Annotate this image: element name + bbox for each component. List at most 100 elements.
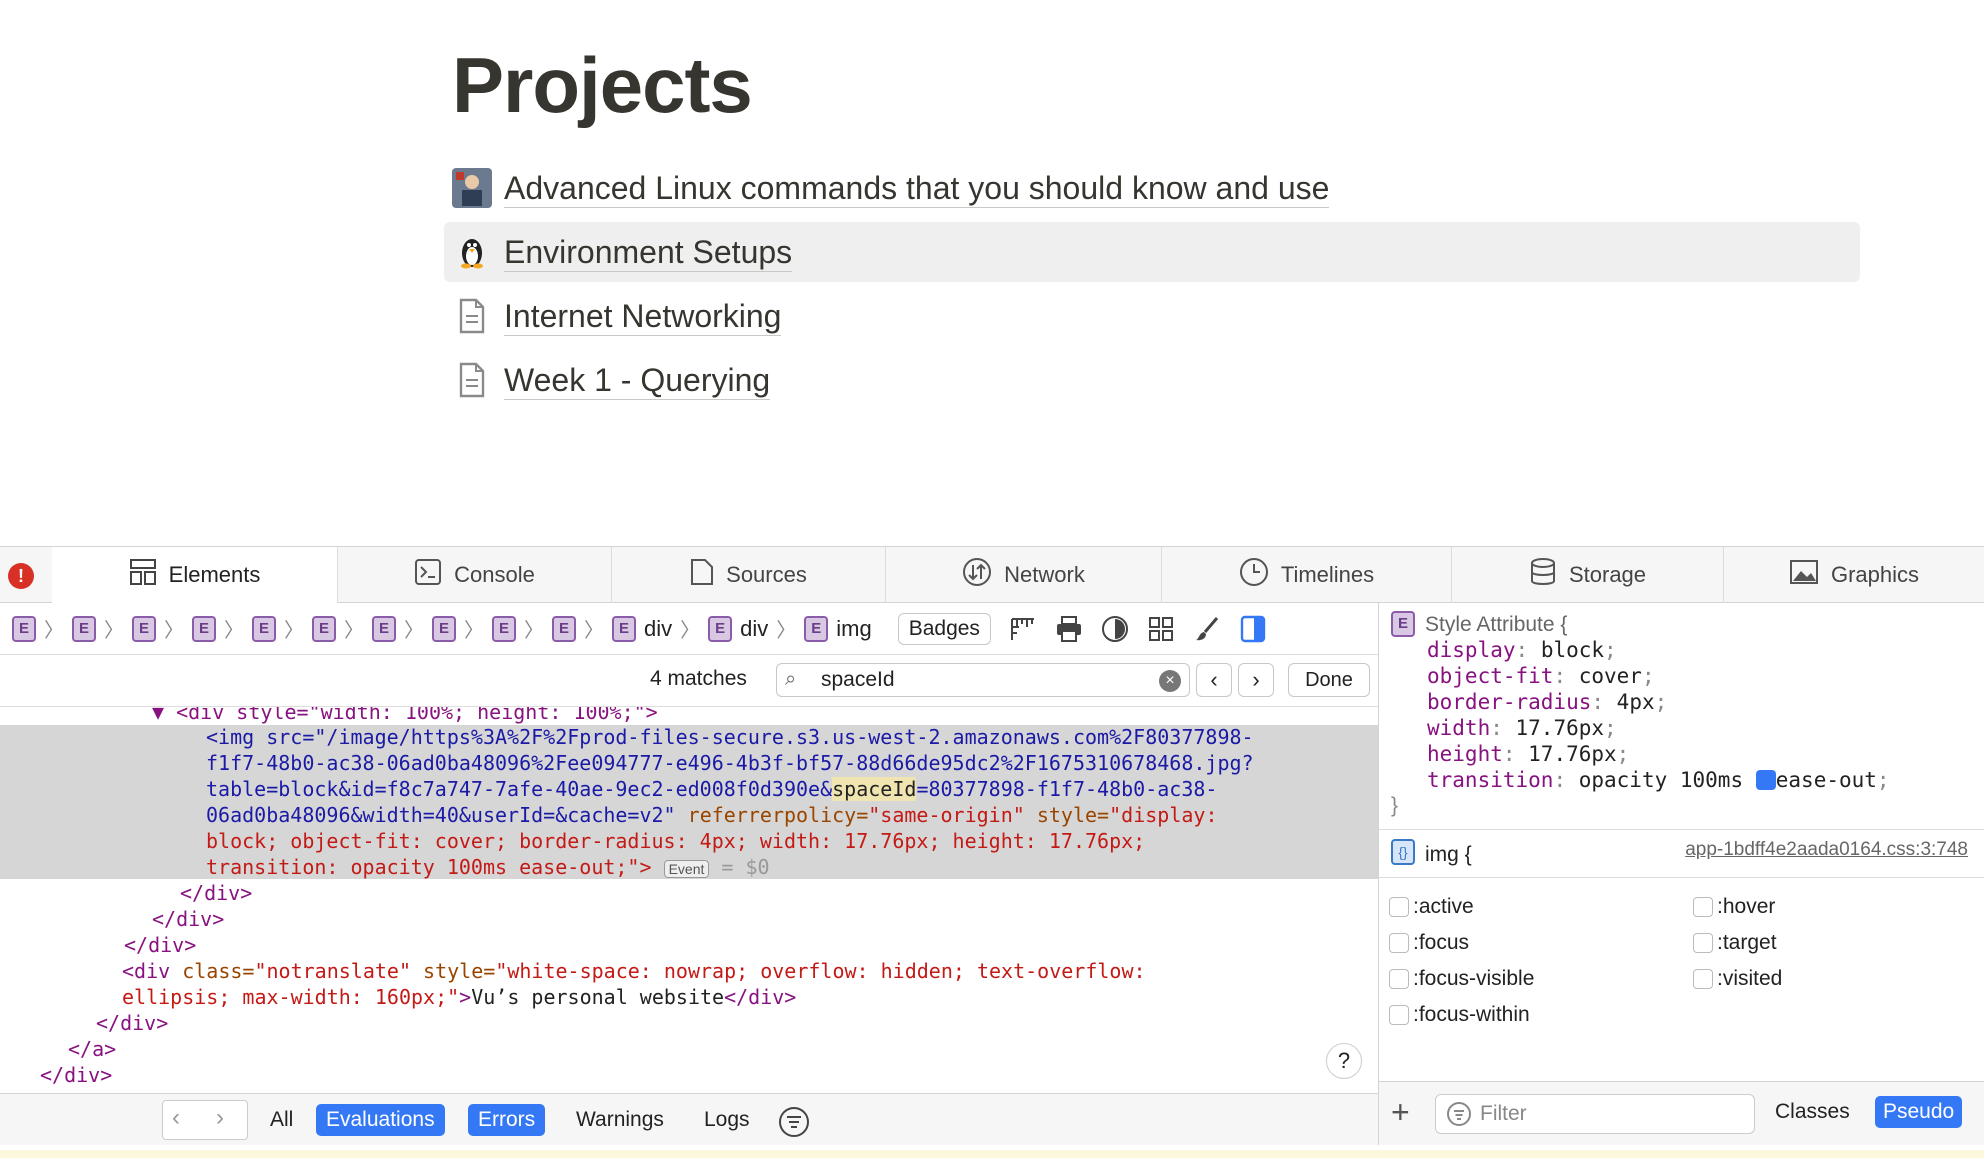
filter-logs[interactable]: Logs [694,1104,760,1136]
pseudo-button[interactable]: Pseudo [1875,1096,1963,1128]
filter-evaluations[interactable]: Evaluations [316,1104,445,1136]
dom-line: table=block&id=f8c7a747-7afe-40ae-9ec2-e… [206,777,1218,801]
project-link-environment[interactable]: Environment Setups [504,233,793,272]
tab-label: Storage [1568,562,1647,587]
element-badge[interactable]: E [192,615,216,642]
checkbox[interactable] [1389,969,1409,989]
checkbox[interactable] [1693,897,1713,917]
project-link-week1[interactable]: Week 1 - Querying [504,361,771,400]
search-icon: ⌕ [785,668,797,690]
dom-tree: ▼ <div style="width: 100%; height: 100%;… [0,707,1378,1093]
dom-line[interactable]: ▼ <div style="width: 100%; height: 100%;… [152,707,658,726]
avatar-icon [452,168,492,208]
project-row-week1[interactable]: Week 1 - Querying [444,350,1860,410]
tab-sources[interactable]: Sources [612,547,886,603]
project-row-linux[interactable]: Advanced Linux commands that you should … [444,158,1860,218]
done-button[interactable]: Done [1288,663,1370,697]
styles-filter-input[interactable]: Filter [1435,1094,1755,1134]
document-icon [452,296,492,336]
checkbox[interactable] [1389,933,1409,953]
project-row-environment[interactable]: Environment Setups [444,222,1860,282]
element-badge[interactable]: E [552,615,576,642]
document-icon [452,360,492,400]
search-input[interactable]: spaceId [821,668,895,692]
checkbox[interactable] [1389,897,1409,917]
breadcrumb-div[interactable]: div [740,616,768,642]
filter-all[interactable]: All [260,1104,303,1136]
dom-line: ellipsis; max-width: 160px;">Vu’s person… [122,985,797,1009]
style-prop[interactable]: border-radius: 4px; [1427,689,1667,715]
style-prop[interactable]: width: 17.76px; [1427,715,1617,741]
dom-line: block; object-fit: cover; border-radius:… [206,829,1146,853]
checkbox[interactable] [1389,1005,1409,1025]
element-badge[interactable]: E [252,615,276,642]
project-row-networking[interactable]: Internet Networking [444,286,1860,346]
element-badge[interactable]: E [312,615,336,642]
classes-button[interactable]: Classes [1775,1100,1850,1124]
grid-overlay-icon[interactable] [1147,615,1175,643]
element-badge[interactable]: E [72,615,96,642]
style-prop[interactable]: object-fit: cover; [1427,663,1655,689]
dom-line[interactable]: </div> [152,907,224,933]
style-prop[interactable]: height: 17.76px; [1427,741,1629,767]
previous-match-button[interactable]: ‹ [1196,663,1232,697]
badges-button[interactable]: Badges [897,612,991,645]
breadcrumb-img[interactable]: img [836,616,871,642]
dom-line[interactable]: </a> [68,1037,116,1063]
page-title: Projects [452,41,753,129]
easing-icon[interactable] [1755,770,1776,790]
history-back-icon[interactable]: ‹ [172,1104,180,1132]
filter-errors[interactable]: Errors [468,1104,546,1136]
element-badge[interactable]: E [132,615,156,642]
checkbox[interactable] [1693,933,1713,953]
element-badge[interactable]: E [432,615,456,642]
error-indicator-icon[interactable]: ! [8,563,34,589]
appearance-icon[interactable] [1101,615,1129,643]
next-match-button[interactable]: › [1238,663,1274,697]
tab-graphics[interactable]: Graphics [1724,547,1984,603]
breadcrumb-div[interactable]: div [644,616,672,642]
tab-elements[interactable]: Elements [52,547,338,603]
pseudo-focus-visible[interactable]: :focus-visible [1389,967,1534,991]
project-link-linux[interactable]: Advanced Linux commands that you should … [504,169,1330,208]
dom-line[interactable]: </div> [180,881,252,907]
event-badge[interactable]: Event [663,860,710,878]
print-icon[interactable] [1055,615,1083,643]
dom-line[interactable]: </div> [96,1011,168,1037]
paintbrush-icon[interactable] [1193,615,1221,643]
elements-icon [129,558,157,592]
tab-timelines[interactable]: Timelines [1162,547,1452,603]
checkbox[interactable] [1693,969,1713,989]
tab-storage[interactable]: Storage [1452,547,1724,603]
help-button[interactable]: ? [1326,1043,1362,1079]
project-link-networking[interactable]: Internet Networking [504,297,782,336]
pseudo-target[interactable]: :target [1693,931,1777,955]
pseudo-focus-within[interactable]: :focus-within [1389,1003,1530,1027]
style-prop[interactable]: display: block; [1427,637,1617,663]
tab-console[interactable]: Console [338,547,612,603]
tab-network[interactable]: Network [886,547,1162,603]
dom-line[interactable]: </div> [124,933,196,959]
history-forward-icon[interactable]: › [216,1104,224,1132]
pseudo-visited[interactable]: :visited [1693,967,1782,991]
search-field[interactable]: ⌕ spaceId × [776,663,1190,697]
dom-line-selected[interactable]: <img src="/image/https%3A%2F%2Fprod-file… [206,725,1254,751]
dom-line: transition: opacity 100ms ease-out;"> Ev… [206,855,770,879]
element-badge[interactable]: E [12,615,36,642]
element-badge[interactable]: E [492,615,516,642]
dom-line[interactable]: </div> [40,1063,112,1089]
clear-search-icon[interactable]: × [1159,670,1181,692]
layout-grid-icon[interactable] [1009,615,1037,643]
find-bar: 4 matches ⌕ spaceId × ‹ › Done [0,655,1378,707]
filter-warnings[interactable]: Warnings [566,1104,674,1136]
element-badge[interactable]: E [372,615,396,642]
filter-options-icon[interactable] [778,1106,810,1143]
pseudo-active[interactable]: :active [1389,895,1474,919]
add-rule-icon[interactable]: + [1391,1094,1410,1130]
pseudo-focus[interactable]: :focus [1389,931,1469,955]
sidebar-toggle-icon[interactable] [1239,615,1267,643]
dom-line[interactable]: <div class="notranslate" style="white-sp… [122,959,1146,985]
style-prop[interactable]: transition: opacity 100ms ease-out; [1427,767,1890,793]
pseudo-hover[interactable]: :hover [1693,895,1775,919]
rule-source-link[interactable]: app-1bdff4e2aada0164.css:3:748 [1685,839,1968,861]
